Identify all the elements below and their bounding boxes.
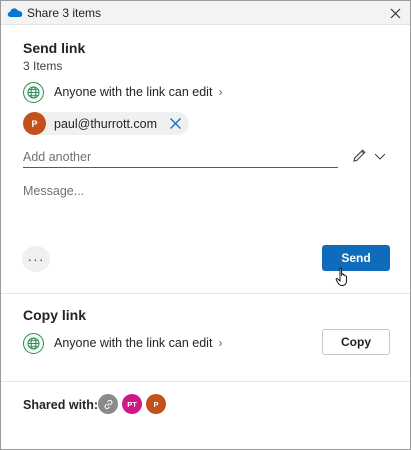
share-dialog: Share 3 items Send link 3 Items Anyone w… xyxy=(0,0,411,450)
chevron-right-icon: › xyxy=(218,336,223,350)
recipient-chip[interactable]: P paul@thurrott.com xyxy=(23,112,189,135)
edit-permission-dropdown[interactable] xyxy=(352,148,387,163)
section-divider xyxy=(1,381,410,382)
more-options-button[interactable]: ··· xyxy=(22,246,50,272)
send-link-heading: Send link xyxy=(23,40,86,56)
close-icon xyxy=(390,8,400,18)
globe-icon xyxy=(23,332,44,354)
globe-icon xyxy=(23,81,44,103)
message-field[interactable] xyxy=(23,184,383,234)
section-divider xyxy=(1,293,410,294)
onedrive-cloud-icon xyxy=(7,8,23,17)
copy-link-heading: Copy link xyxy=(23,307,87,323)
shared-with-label: Shared with: xyxy=(23,398,99,412)
chevron-right-icon: › xyxy=(218,85,223,99)
recipient-avatar: P xyxy=(23,112,46,135)
window-title: Share 3 items xyxy=(27,6,102,20)
send-button[interactable]: Send xyxy=(322,245,390,271)
shared-user-avatar[interactable]: PT xyxy=(122,394,142,414)
chevron-down-icon xyxy=(374,153,386,160)
copy-permission-text: Anyone with the link can edit xyxy=(54,336,213,350)
link-icon xyxy=(104,399,112,409)
remove-recipient-icon[interactable] xyxy=(169,117,182,130)
copy-permission-selector[interactable]: Anyone with the link can edit › xyxy=(23,332,222,354)
pencil-icon xyxy=(353,149,366,162)
title-bar: Share 3 items xyxy=(1,1,410,25)
close-button[interactable] xyxy=(386,4,404,22)
more-options-label: ··· xyxy=(27,251,45,267)
send-permission-text: Anyone with the link can edit xyxy=(54,85,213,99)
copy-button[interactable]: Copy xyxy=(322,329,390,355)
hand-cursor-icon xyxy=(335,267,347,286)
shared-user-avatar[interactable]: P xyxy=(146,394,166,414)
shared-link-avatar[interactable] xyxy=(98,394,118,414)
add-another-input[interactable] xyxy=(23,146,338,168)
recipient-email: paul@thurrott.com xyxy=(54,116,158,131)
send-permission-selector[interactable]: Anyone with the link can edit › xyxy=(23,81,222,103)
items-count: 3 Items xyxy=(23,59,63,73)
